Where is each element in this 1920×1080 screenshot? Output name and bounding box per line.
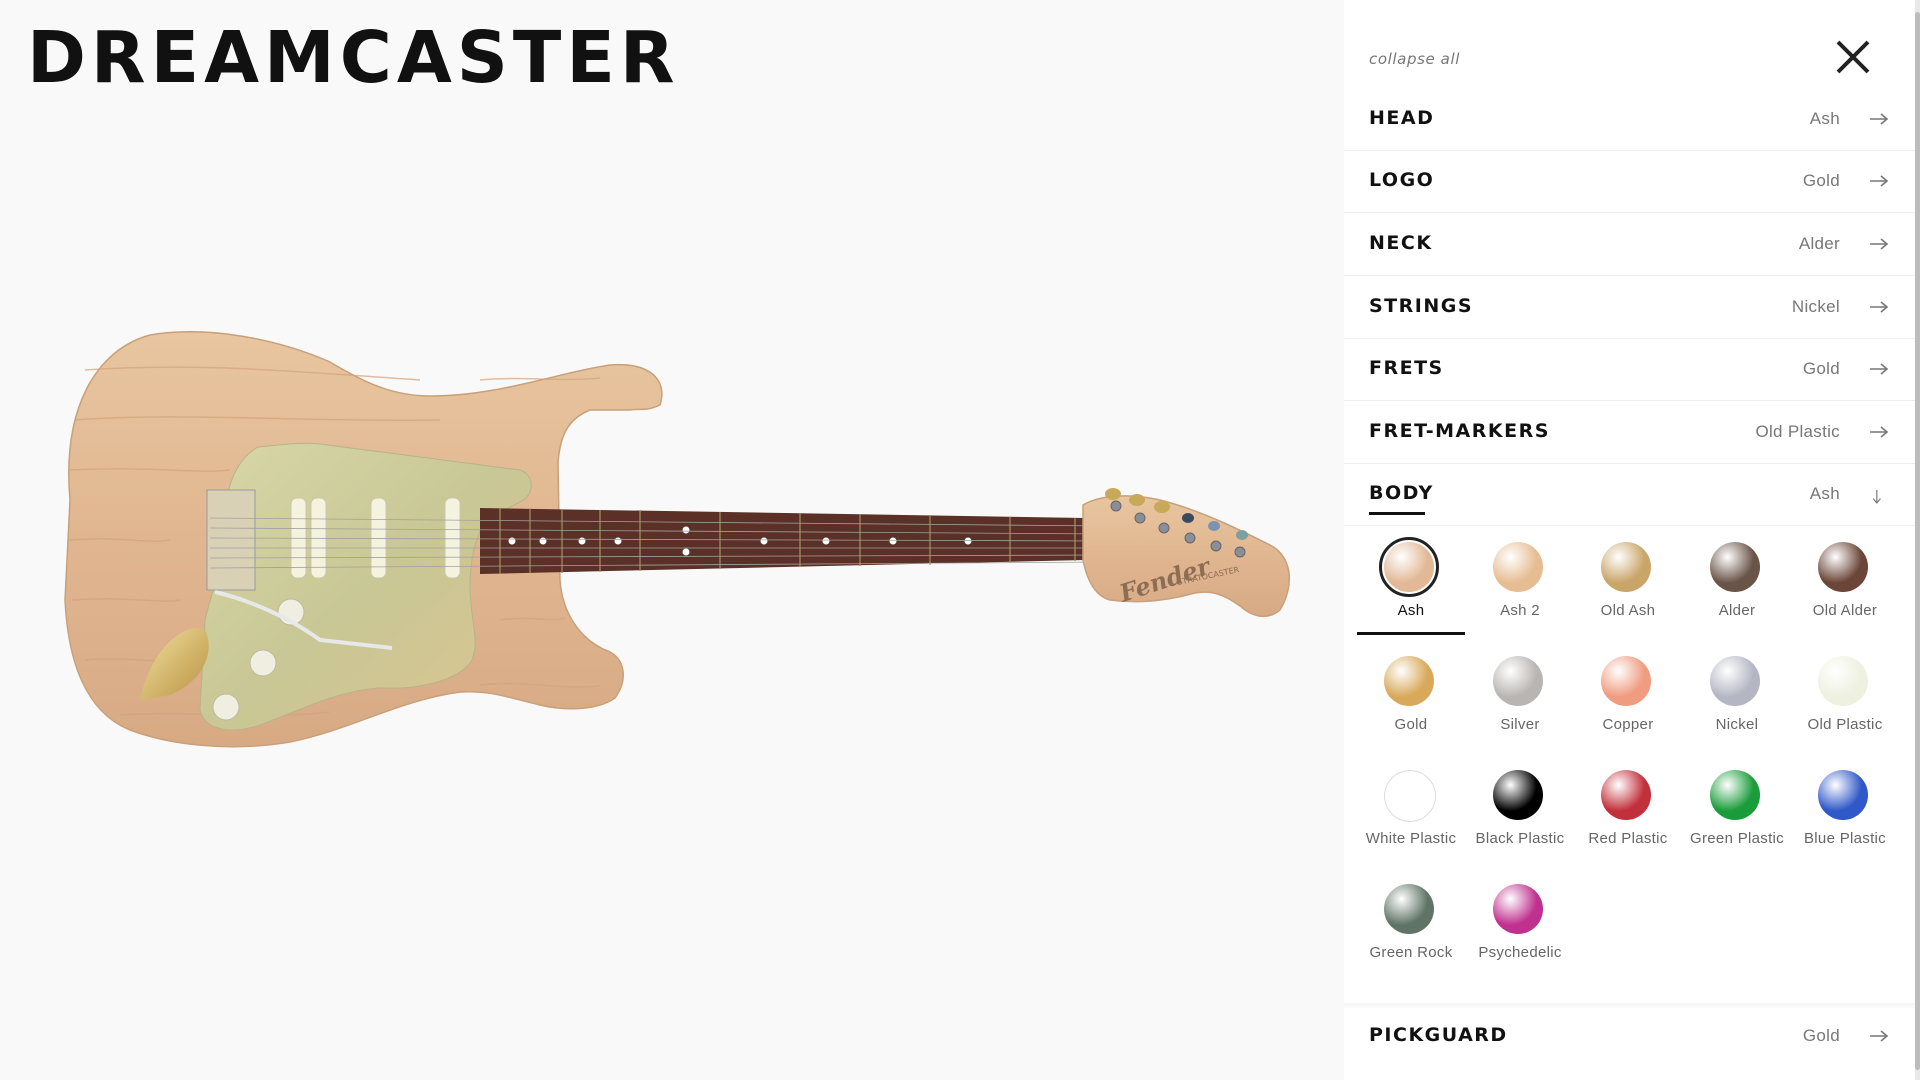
bridge	[206, 489, 256, 591]
swatch-red-plastic-color	[1601, 770, 1651, 820]
arrow-right-icon	[1870, 301, 1889, 313]
swatch-old-plastic[interactable]: Old Plastic	[1791, 641, 1899, 751]
arrow-right-icon	[1870, 113, 1889, 125]
option-value: Gold	[1802, 171, 1840, 190]
collapse-all-link[interactable]: collapse all	[1369, 50, 1460, 68]
option-name: FRETS	[1369, 357, 1444, 379]
swatch-blue-plastic-color	[1818, 770, 1868, 820]
arrow-down-icon	[1872, 489, 1881, 504]
guitar-preview[interactable]: Fender STRATOCASTER	[0, 0, 1344, 1080]
swatch-copper[interactable]: Copper	[1574, 641, 1682, 751]
option-name: PICKGUARD	[1369, 1024, 1508, 1046]
arrow-right-icon	[1870, 238, 1889, 250]
swatch-old-ash-color	[1601, 542, 1651, 592]
option-name: FRET-MARKERS	[1369, 420, 1550, 442]
swatch-blue-plastic[interactable]: Blue Plastic	[1791, 755, 1899, 865]
arrow-right-icon	[1870, 175, 1889, 187]
swatch-psychedelic[interactable]: Psychedelic	[1466, 869, 1574, 979]
option-value: Nickel	[1791, 297, 1840, 316]
option-name: STRINGS	[1369, 295, 1474, 317]
swatch-ash-2[interactable]: Ash 2	[1466, 527, 1574, 637]
swatch-green-plastic[interactable]: Green Plastic	[1683, 755, 1791, 865]
arrow-right-icon	[1870, 426, 1889, 438]
swatch-nickel[interactable]: Nickel	[1683, 641, 1791, 751]
swatch-label: Old Alder	[1812, 602, 1878, 619]
option-value: Ash	[1809, 484, 1840, 503]
option-value: Alder	[1798, 234, 1840, 253]
option-row-body[interactable]: BODY Ash	[1344, 464, 1915, 526]
swatch-label: Psychedelic	[1478, 944, 1562, 961]
swatch-old-alder[interactable]: Old Alder	[1791, 527, 1899, 637]
option-value: Old Plastic	[1755, 422, 1840, 441]
active-underline	[1369, 512, 1425, 515]
swatch-red-plastic[interactable]: Red Plastic	[1574, 755, 1682, 865]
scrollbar-thumb[interactable]	[1915, 12, 1920, 1070]
material-swatches: Ash Ash 2 Old Ash Alder Old Alder Gold S…	[1344, 527, 1915, 1005]
option-row-logo[interactable]: LOGO Gold	[1344, 151, 1915, 213]
swatch-psychedelic-color	[1493, 884, 1543, 934]
swatch-nickel-color	[1710, 656, 1760, 706]
swatch-old-plastic-color	[1818, 656, 1868, 706]
option-name: BODY	[1369, 482, 1434, 504]
swatch-silver[interactable]: Silver	[1466, 641, 1574, 751]
swatch-gold-color	[1384, 656, 1434, 706]
swatch-ash[interactable]: Ash	[1357, 527, 1465, 637]
swatch-black-plastic[interactable]: Black Plastic	[1466, 755, 1574, 865]
option-row-pickguard[interactable]: PICKGUARD Gold	[1344, 1006, 1915, 1068]
option-row-fret-markers[interactable]: FRET-MARKERS Old Plastic	[1344, 402, 1915, 464]
swatch-green-plastic-color	[1710, 770, 1760, 820]
swatch-green-rock-color	[1384, 884, 1434, 934]
options-panel: collapse all HEAD Ash LOGO Gold NECK Ald…	[1344, 0, 1915, 1080]
swatch-gold[interactable]: Gold	[1357, 641, 1465, 751]
swatch-label: Old Plastic	[1807, 716, 1883, 733]
option-name: HEAD	[1369, 107, 1435, 129]
arrow-right-icon	[1870, 1030, 1889, 1042]
option-row-strings[interactable]: STRINGS Nickel	[1344, 277, 1915, 339]
option-row-neck[interactable]: NECK Alder	[1344, 214, 1915, 276]
swatch-copper-color	[1601, 656, 1651, 706]
panel-scrollbar[interactable]	[1915, 0, 1920, 1080]
option-value: Gold	[1802, 359, 1840, 378]
swatch-old-ash[interactable]: Old Ash	[1574, 527, 1682, 637]
swatch-green-rock[interactable]: Green Rock	[1357, 869, 1465, 979]
option-row-frets[interactable]: FRETS Gold	[1344, 339, 1915, 401]
swatch-label: Blue Plastic	[1804, 830, 1886, 847]
swatch-white-plastic[interactable]: White Plastic	[1357, 755, 1465, 865]
arrow-right-icon	[1870, 363, 1889, 375]
option-value: Ash	[1809, 109, 1840, 128]
selected-indicator	[1357, 632, 1465, 635]
swatch-alder[interactable]: Alder	[1683, 527, 1791, 637]
option-name: LOGO	[1369, 169, 1435, 191]
swatch-silver-color	[1493, 656, 1543, 706]
option-name: NECK	[1369, 232, 1433, 254]
swatch-ash-color	[1384, 542, 1434, 592]
swatch-ash-2-color	[1493, 542, 1543, 592]
close-icon[interactable]	[1834, 38, 1872, 76]
swatch-white-plastic-color	[1384, 770, 1436, 822]
guitar-model[interactable]: Fender STRATOCASTER	[0, 0, 1344, 1080]
swatch-alder-color	[1710, 542, 1760, 592]
swatch-old-alder-color	[1818, 542, 1868, 592]
option-row-head[interactable]: HEAD Ash	[1344, 89, 1915, 151]
swatch-black-plastic-color	[1493, 770, 1543, 820]
option-value: Gold	[1802, 1026, 1840, 1045]
